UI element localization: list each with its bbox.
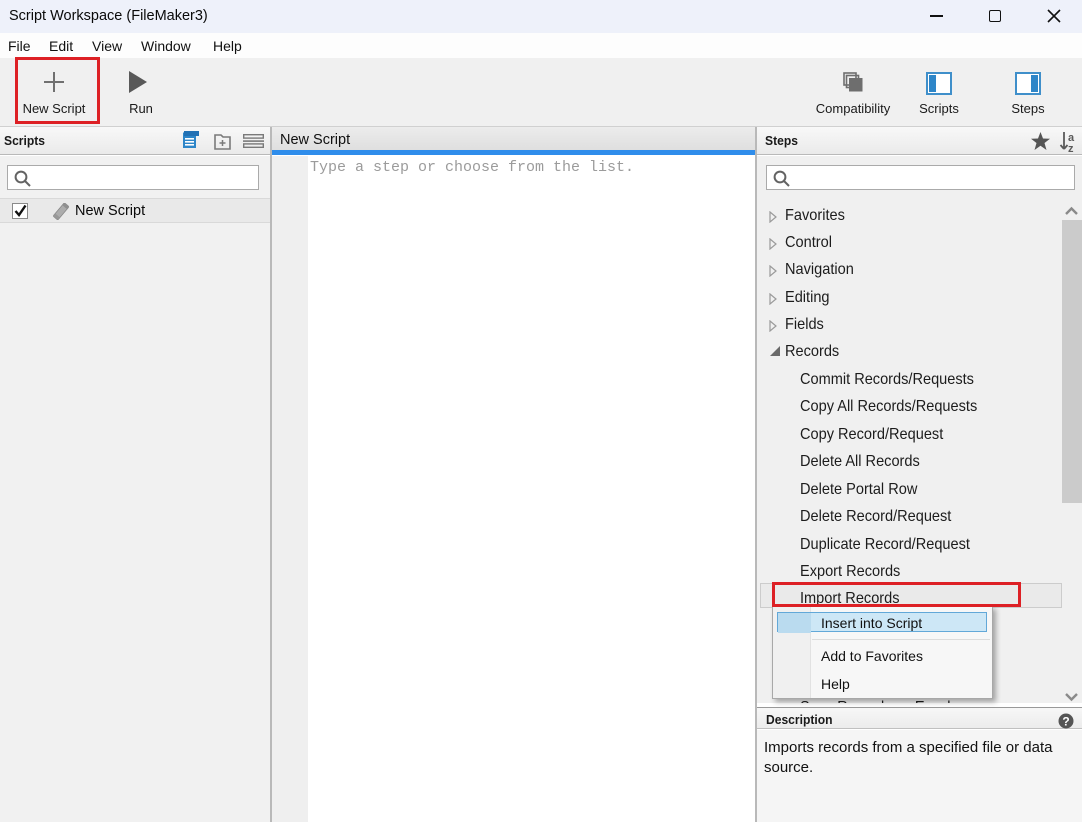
- svg-text:?: ?: [1062, 715, 1069, 729]
- svg-text:z: z: [1068, 143, 1074, 153]
